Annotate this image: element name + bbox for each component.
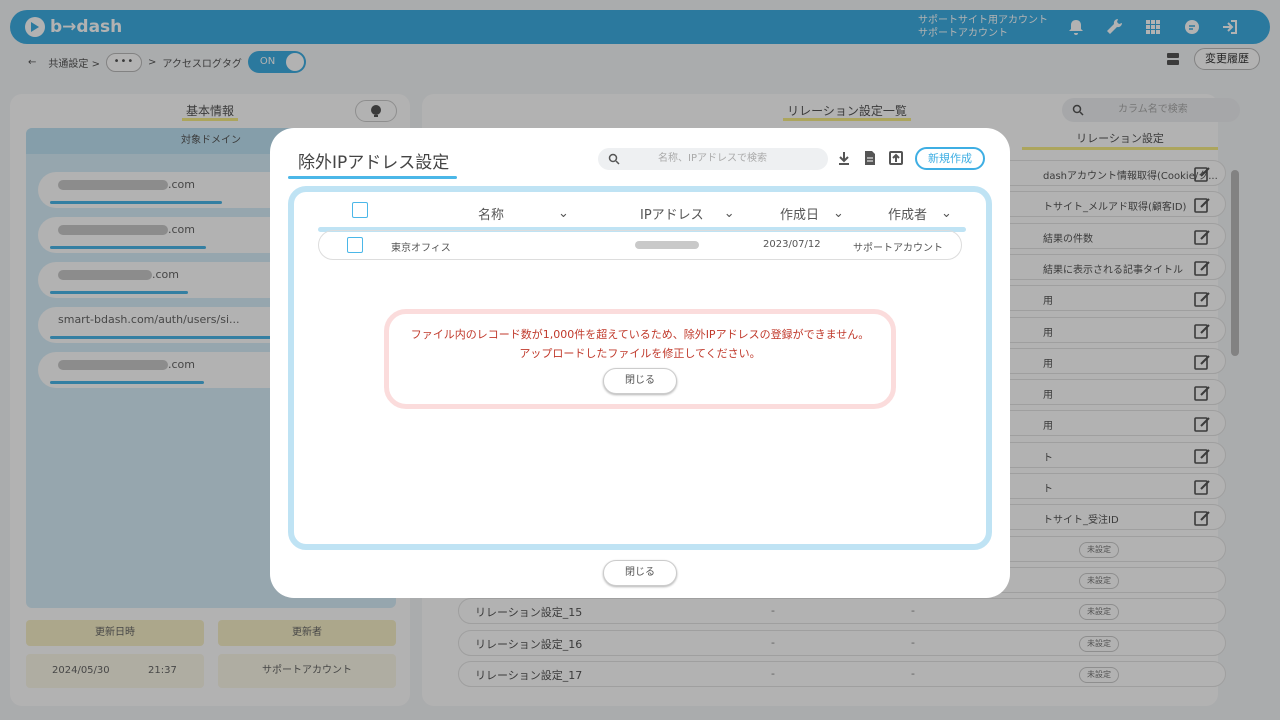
alert-close-button[interactable]: 閉じる bbox=[603, 368, 677, 394]
ip-table-header: 名称 ⌄ IPアドレス ⌄ 作成日 ⌄ 作成者 ⌄ bbox=[318, 196, 966, 232]
column-header-creator[interactable]: 作成者 ⌄ bbox=[888, 204, 952, 223]
column-header-created[interactable]: 作成日 ⌄ bbox=[780, 204, 844, 223]
error-alert-dialog: ファイル内のレコード数が1,000件を超えているため、除外IPアドレスの登録がで… bbox=[384, 309, 896, 409]
select-all-checkbox[interactable] bbox=[352, 202, 368, 218]
upload-icon[interactable] bbox=[888, 150, 904, 166]
chevron-down-icon: ⌄ bbox=[723, 206, 735, 221]
row-checkbox[interactable] bbox=[347, 237, 363, 253]
ip-search-input[interactable]: 名称、IPアドレスで検索 bbox=[598, 148, 828, 170]
chevron-down-icon: ⌄ bbox=[558, 206, 569, 221]
alert-message-line1: ファイル内のレコード数が1,000件を超えているため、除外IPアドレスの登録がで… bbox=[410, 328, 870, 341]
alert-message-line2: アップロードしたファイルを修正してください。 bbox=[519, 347, 761, 360]
chevron-down-icon: ⌄ bbox=[833, 206, 844, 221]
new-create-button[interactable]: 新規作成 bbox=[915, 147, 985, 170]
search-icon bbox=[608, 153, 620, 165]
modal-close-button[interactable]: 閉じる bbox=[603, 560, 677, 586]
file-icon[interactable] bbox=[862, 150, 878, 166]
row-created: 2023/07/12 bbox=[763, 239, 821, 250]
column-header-name[interactable]: 名称 ⌄ bbox=[478, 204, 569, 223]
chevron-down-icon: ⌄ bbox=[941, 206, 952, 221]
download-icon[interactable] bbox=[836, 150, 852, 166]
redacted-ip bbox=[635, 241, 699, 249]
row-name: 東京オフィス bbox=[391, 243, 451, 254]
ip-table-row[interactable]: 東京オフィス 2023/07/12 サポートアカウント bbox=[318, 230, 962, 260]
modal-title: 除外IPアドレス設定 bbox=[287, 148, 458, 179]
column-header-ip[interactable]: IPアドレス ⌄ bbox=[640, 204, 735, 223]
row-creator: サポートアカウント bbox=[853, 243, 943, 254]
